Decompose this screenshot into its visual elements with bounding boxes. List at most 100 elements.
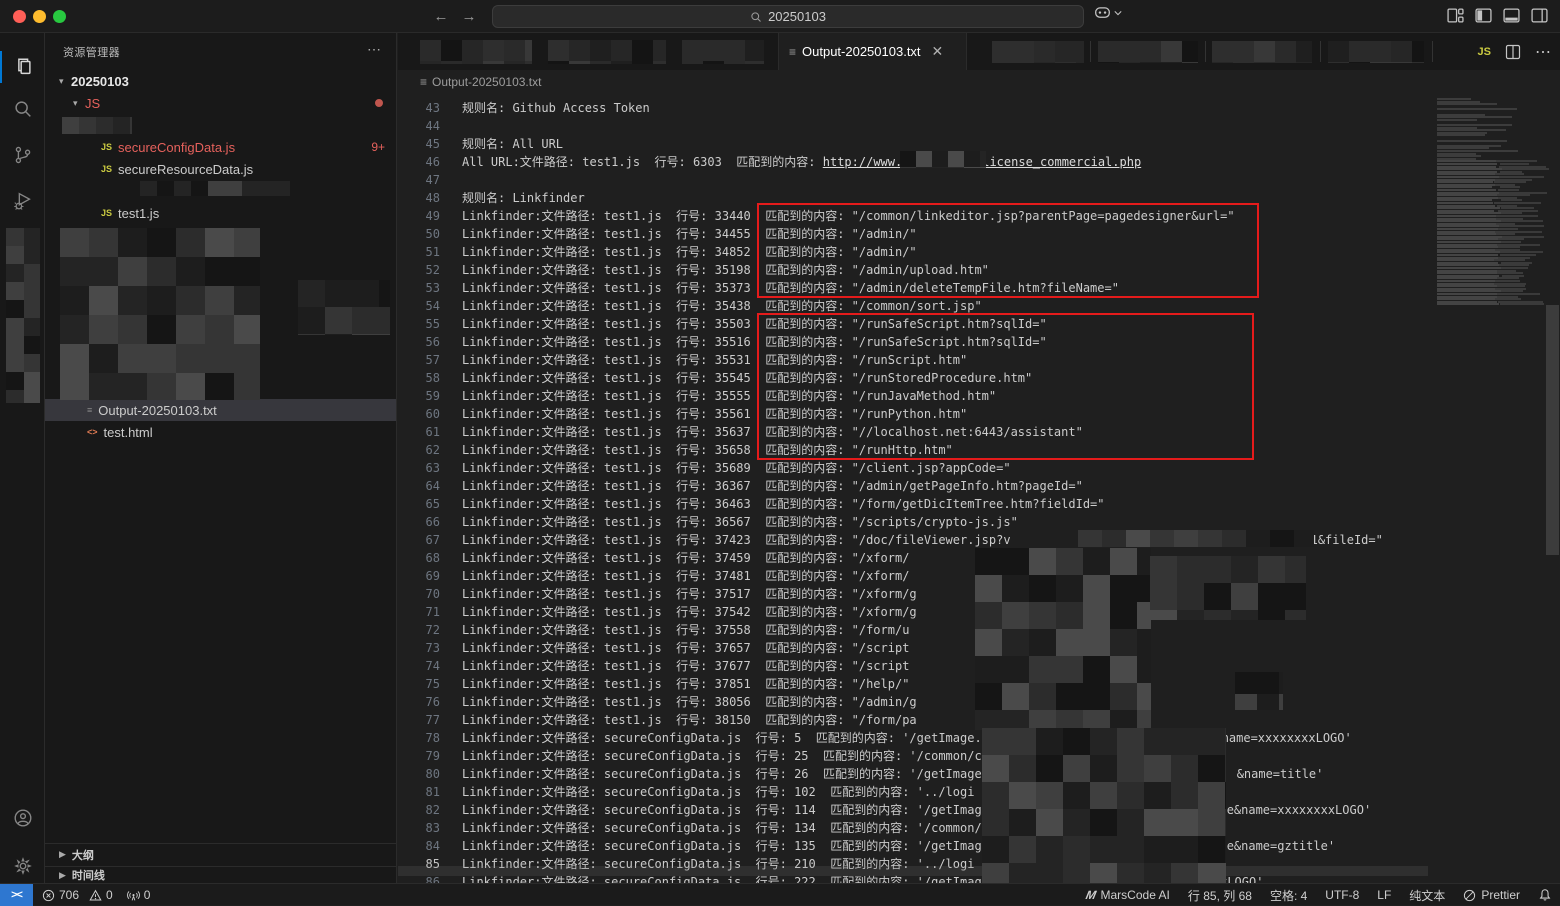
timeline-section[interactable]: ▶时间线 (45, 866, 397, 883)
redacted-content (982, 728, 1226, 883)
customize-layout-icon[interactable] (1447, 7, 1464, 24)
indentation[interactable]: 空格: 4 (1270, 887, 1307, 904)
toggle-secondary-sidebar-icon[interactable] (1531, 7, 1548, 24)
tree-item-js[interactable]: ▾JS (45, 92, 397, 114)
window-zoom-button[interactable] (53, 10, 66, 23)
redacted-tab[interactable] (548, 40, 666, 64)
redacted-tab[interactable] (1098, 41, 1198, 63)
encoding[interactable]: UTF-8 (1325, 888, 1359, 902)
tree-item-20250103[interactable]: ▾20250103 (45, 70, 397, 92)
breadcrumb[interactable]: ≡ Output-20250103.txt (398, 70, 1560, 94)
line-number: 46 (398, 153, 440, 171)
nav-back-icon[interactable]: ← (430, 6, 452, 28)
warning-count: 0 (106, 888, 113, 902)
line-number: 73 (398, 639, 440, 657)
line-number: 76 (398, 693, 440, 711)
outline-section[interactable]: ▶大纲 (45, 843, 397, 865)
tab-close-icon[interactable]: ✕ (932, 43, 944, 60)
modified-dot-icon (375, 99, 383, 107)
search-sidebar-icon[interactable] (0, 89, 45, 129)
editor-area: ≡ Output-20250103.txt ✕ JS ⋯ ≡ Output-20… (398, 33, 1560, 883)
search-icon (750, 11, 762, 23)
explorer-icon[interactable] (0, 47, 45, 87)
redacted-tab[interactable] (420, 40, 532, 64)
redacted-content (1150, 556, 1306, 620)
settings-gear-icon[interactable] (0, 846, 45, 886)
nav-forward-icon[interactable]: → (458, 6, 480, 28)
radio-tower-icon (127, 889, 140, 902)
source-control-icon[interactable] (0, 135, 45, 175)
window-close-button[interactable] (13, 10, 26, 23)
line-number: 63 (398, 459, 440, 477)
eol-sequence[interactable]: LF (1377, 888, 1391, 902)
line-number: 77 (398, 711, 440, 729)
minimap[interactable] (1432, 94, 1546, 883)
line-number: 59 (398, 387, 440, 405)
split-editor-icon[interactable] (1505, 44, 1521, 60)
chevron-down-icon (1114, 9, 1122, 17)
marscode-label: MarsCode AI (1101, 888, 1170, 902)
notifications-bell-icon[interactable] (1538, 888, 1552, 902)
line-number: 69 (398, 567, 440, 585)
problems-indicator[interactable]: 706 0 (42, 888, 113, 902)
line-number: 72 (398, 621, 440, 639)
toggle-panel-icon[interactable] (1503, 7, 1520, 24)
vertical-scrollbar[interactable] (1546, 305, 1559, 555)
tab-output-20250103[interactable]: ≡ Output-20250103.txt ✕ (778, 33, 967, 70)
redacted-tree-block (60, 228, 260, 400)
tree-item-test-html[interactable]: <>test.html (45, 421, 397, 443)
tree-item-test1-js[interactable]: JStest1.js (45, 202, 397, 224)
tree-item-secureconfigdata-js[interactable]: JSsecureConfigData.js9+ (45, 136, 397, 158)
redacted-tab[interactable] (1328, 41, 1424, 63)
error-count: 706 (59, 888, 79, 902)
command-center-search[interactable]: 20250103 (492, 5, 1084, 28)
cursor-position[interactable]: 行 85, 列 68 (1188, 887, 1252, 904)
url-link[interactable]: http://www. (823, 155, 902, 169)
formatter-item[interactable]: Prettier (1463, 888, 1520, 902)
text-file-icon: ≡ (87, 405, 92, 415)
line-number: 48 (398, 189, 440, 207)
window-minimize-button[interactable] (33, 10, 46, 23)
tree-item-label: test.html (104, 425, 153, 440)
remote-indicator[interactable]: >< (0, 884, 33, 906)
redacted-tab[interactable] (992, 41, 1084, 63)
editor-line-81: 81Linkfinder:文件路径: secureConfigData.js 行… (398, 783, 1560, 801)
horizontal-scrollbar[interactable] (398, 866, 1428, 876)
run-debug-icon[interactable] (0, 181, 45, 221)
editor-pane[interactable]: 43规则名: Github Access Token4445规则名: All U… (398, 94, 1560, 883)
language-mode[interactable]: 纯文本 (1409, 887, 1445, 904)
editor-line-44: 44 (398, 117, 1560, 135)
redacted-tab[interactable] (682, 40, 764, 64)
redacted-content (1235, 672, 1283, 710)
line-number: 66 (398, 513, 440, 531)
sidebar-more-actions[interactable]: ⋯ (367, 41, 382, 58)
copilot-button[interactable] (1094, 6, 1122, 20)
editor-line-65: 65Linkfinder:文件路径: test1.js 行号: 36463 匹配… (398, 495, 1560, 513)
line-number: 65 (398, 495, 440, 513)
text-file-icon: ≡ (789, 45, 795, 59)
warning-icon (89, 889, 102, 902)
redacted-content (975, 548, 1151, 730)
line-number: 60 (398, 405, 440, 423)
red-annotation-box-2 (757, 313, 1254, 460)
ports-indicator[interactable]: 0 (127, 888, 151, 902)
explorer-sidebar: 资源管理器 ⋯ ▾20250103▾JSJSsecureConfigData.j… (45, 33, 397, 883)
editor-more-actions-icon[interactable]: ⋯ (1535, 42, 1552, 62)
line-number: 78 (398, 729, 440, 747)
prettier-disabled-icon (1463, 889, 1476, 902)
redacted-tab[interactable] (1212, 41, 1312, 63)
toggle-primary-sidebar-icon[interactable] (1475, 7, 1492, 24)
js-language-icon[interactable]: JS (1478, 46, 1491, 58)
line-number: 74 (398, 657, 440, 675)
marscode-ai-item[interactable]: M MarsCode AI (1086, 888, 1170, 902)
tree-item-output-20250103-txt[interactable]: ≡Output-20250103.txt (45, 399, 397, 421)
line-number: 82 (398, 801, 440, 819)
redacted-tree-item (62, 117, 132, 134)
accounts-icon[interactable] (0, 798, 45, 838)
url-link[interactable]: license_commercial.php (982, 155, 1141, 169)
tree-item-label: test1.js (118, 206, 159, 221)
js-file-icon: JS (101, 164, 112, 174)
search-value: 20250103 (768, 9, 826, 24)
tree-item-secureresourcedata-js[interactable]: JSsecureResourceData.js (45, 158, 397, 180)
line-number: 47 (398, 171, 440, 189)
